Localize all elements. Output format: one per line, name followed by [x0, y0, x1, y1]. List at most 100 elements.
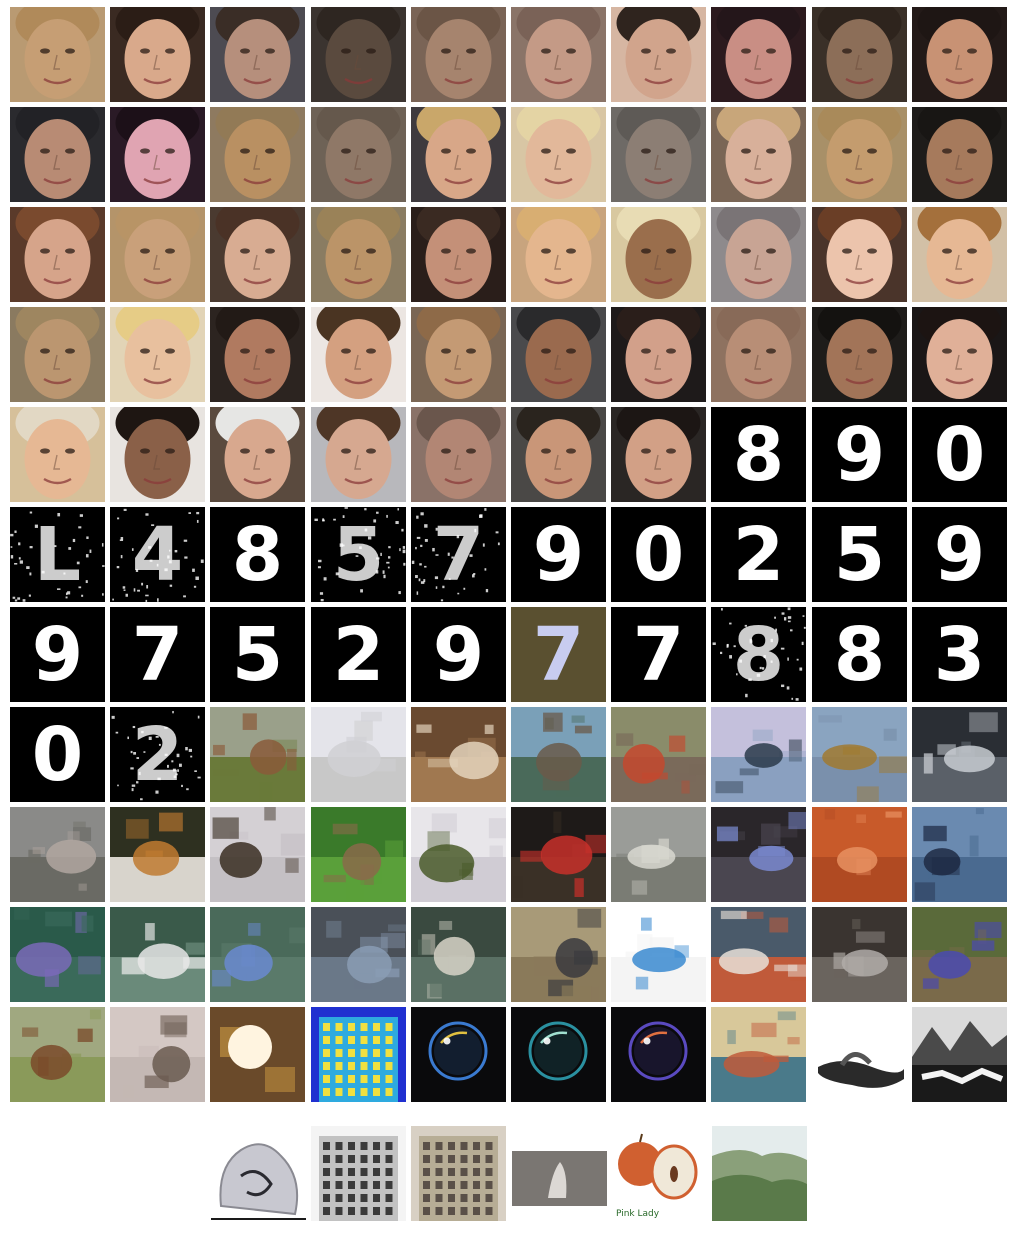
- scene-icon: [311, 907, 406, 1002]
- sample-tile: [110, 107, 205, 202]
- face-icon: [511, 307, 606, 402]
- sample-tile: [210, 207, 305, 302]
- face-icon: [10, 307, 105, 402]
- face-icon: [311, 107, 406, 202]
- sample-tile: [210, 807, 305, 902]
- scene-icon: [611, 907, 706, 1002]
- sample-tile: [10, 307, 105, 402]
- face-icon: [912, 307, 1007, 402]
- sample-tile: [311, 707, 406, 802]
- scene-icon: [311, 707, 406, 802]
- sample-tile: [10, 107, 105, 202]
- sample-tile: [511, 7, 606, 102]
- scene-icon: [210, 907, 305, 1002]
- sample-tile: [812, 1007, 907, 1102]
- sample-tile: 2: [711, 507, 806, 602]
- sample-tile: 9: [511, 507, 606, 602]
- digit-glyph: 7: [131, 611, 184, 698]
- sample-tile: [10, 1007, 105, 1102]
- rock-icon: [512, 1126, 607, 1221]
- sample-tile: [411, 307, 506, 402]
- scene-icon: [210, 707, 305, 802]
- scene-icon: [411, 707, 506, 802]
- sample-tile: [210, 307, 305, 402]
- scene-icon: [912, 807, 1007, 902]
- sample-tile: 7: [511, 607, 606, 702]
- sample-tile: [110, 307, 205, 402]
- sample-tile: [110, 407, 205, 502]
- building-icon: [311, 1007, 406, 1102]
- face-icon: [10, 7, 105, 102]
- face-icon: [311, 307, 406, 402]
- sample-tile: [511, 407, 606, 502]
- sample-tile: [611, 107, 706, 202]
- face-icon: [611, 7, 706, 102]
- scene-icon: [711, 907, 806, 1002]
- bubble-icon: [411, 1007, 506, 1102]
- face-icon: [311, 407, 406, 502]
- scene-icon: [10, 1007, 105, 1102]
- sample-tile: 4: [110, 507, 205, 602]
- scene-icon: [611, 807, 706, 902]
- scene-icon: [611, 707, 706, 802]
- sample-tile: [711, 207, 806, 302]
- building-icon: [411, 1126, 506, 1221]
- face-icon: [711, 107, 806, 202]
- bottom-sample-tile: [512, 1126, 607, 1221]
- landscape-icon: [712, 1126, 807, 1221]
- sample-tile: [611, 707, 706, 802]
- sample-tile: [711, 1007, 806, 1102]
- scene-icon: [912, 707, 1007, 802]
- sample-tile: [711, 707, 806, 802]
- face-icon: [110, 307, 205, 402]
- sample-tile: [511, 307, 606, 402]
- scene-icon: [711, 807, 806, 902]
- scene-icon: [311, 807, 406, 902]
- scene-icon: [110, 1007, 205, 1102]
- digit-glyph: 0: [31, 711, 84, 798]
- face-icon: [611, 207, 706, 302]
- face-icon: [210, 107, 305, 202]
- sample-tile: [110, 1007, 205, 1102]
- face-icon: [210, 307, 305, 402]
- sample-tile: [311, 207, 406, 302]
- sample-tile: [611, 207, 706, 302]
- scene-icon: [812, 807, 907, 902]
- face-icon: [110, 107, 205, 202]
- digit-glyph: 7: [432, 511, 485, 598]
- sample-tile: [912, 1007, 1007, 1102]
- sample-tile: [311, 907, 406, 1002]
- sample-tile: [210, 1007, 305, 1102]
- sample-tile: [210, 707, 305, 802]
- sample-tile: [311, 807, 406, 902]
- mountain-icon: [912, 1007, 1007, 1102]
- digit-glyph: 2: [732, 511, 785, 598]
- sample-tile: [912, 807, 1007, 902]
- sample-tile: [110, 207, 205, 302]
- scene-icon: [511, 707, 606, 802]
- sample-tile: [812, 307, 907, 402]
- digit-glyph: 5: [833, 511, 886, 598]
- building-icon: [311, 1126, 406, 1221]
- sketch-icon: [211, 1126, 306, 1221]
- bottom-sample-tile: Pink Lady: [612, 1126, 707, 1221]
- scene-icon: [711, 1007, 806, 1102]
- face-icon: [711, 207, 806, 302]
- face-icon: [411, 407, 506, 502]
- face-icon: [711, 307, 806, 402]
- face-icon: [210, 407, 305, 502]
- scene-icon: [10, 907, 105, 1002]
- scene-icon: [10, 807, 105, 902]
- scene-icon: [210, 807, 305, 902]
- sample-tile: [411, 1007, 506, 1102]
- face-icon: [10, 107, 105, 202]
- sample-tile: 8: [210, 507, 305, 602]
- face-icon: [611, 307, 706, 402]
- face-icon: [210, 207, 305, 302]
- digit-glyph: 9: [31, 611, 84, 698]
- sample-tile: [311, 1007, 406, 1102]
- sample-tile: [110, 807, 205, 902]
- sample-tile: 5: [311, 507, 406, 602]
- digit-glyph: 0: [632, 511, 685, 598]
- face-icon: [311, 7, 406, 102]
